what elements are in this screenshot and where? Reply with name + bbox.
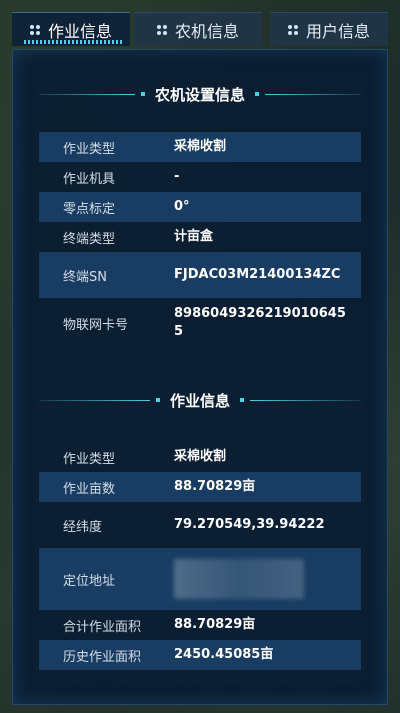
section-title-machine-settings: 农机设置信息 xyxy=(39,84,362,104)
table-row: 历史作业面积 2450.45085亩 xyxy=(39,640,361,670)
row-key: 定位地址 xyxy=(63,573,116,589)
row-key: 物联网卡号 xyxy=(63,317,129,333)
table-row: 终端类型 计亩盒 xyxy=(39,222,361,252)
row-value: 88.70829亩 xyxy=(174,479,256,494)
row-key: 作业亩数 xyxy=(63,481,116,497)
row-value: 89860493262190106455 xyxy=(174,306,346,339)
work-info-table: 作业类型 采棉收割 作业亩数 88.70829亩 经纬度 79.270549,3… xyxy=(39,442,361,670)
row-key: 作业类型 xyxy=(63,141,116,157)
info-panel: 农机设置信息 作业类型 采棉收割 作业机具 - 零点标定 0° 终端类型 计亩盒… xyxy=(12,49,388,705)
section-title-text: 作业信息 xyxy=(170,391,231,410)
row-value: 采棉收割 xyxy=(174,449,227,464)
table-row: 作业类型 采棉收割 xyxy=(39,132,361,162)
tab-work-info[interactable]: 作业信息 xyxy=(12,12,130,46)
table-row: 物联网卡号 89860493262190106455 xyxy=(39,298,361,348)
tab-user-info[interactable]: 用户信息 xyxy=(270,12,388,46)
row-key: 作业类型 xyxy=(63,451,116,467)
row-key: 经纬度 xyxy=(63,519,103,535)
redacted-address xyxy=(174,559,304,599)
row-value: 计亩盒 xyxy=(174,229,214,244)
location-address-value xyxy=(174,559,361,599)
grid-dots-icon xyxy=(156,24,167,35)
row-value: 88.70829亩 xyxy=(174,617,256,632)
grid-dots-icon xyxy=(29,24,40,35)
tab-bar: 作业信息 农机信息 用户信息 xyxy=(12,12,388,50)
row-key: 合计作业面积 xyxy=(63,619,142,635)
row-value: 0° xyxy=(174,199,190,214)
table-row: 作业类型 采棉收割 xyxy=(39,442,361,472)
row-value: FJDAC03M21400134ZC xyxy=(174,267,341,282)
row-value: - xyxy=(174,169,180,184)
tab-label: 农机信息 xyxy=(174,21,239,41)
section-title-work-info: 作业信息 xyxy=(39,390,362,410)
machine-settings-table: 作业类型 采棉收割 作业机具 - 零点标定 0° 终端类型 计亩盒 终端SN F… xyxy=(39,132,361,348)
row-key: 零点标定 xyxy=(63,201,116,217)
table-row: 作业机具 - xyxy=(39,162,361,192)
tab-label: 用户信息 xyxy=(305,21,370,41)
tab-label: 作业信息 xyxy=(47,21,112,41)
row-key: 终端SN xyxy=(63,269,107,285)
row-value: 79.270549,39.94222 xyxy=(174,517,325,532)
row-key: 作业机具 xyxy=(63,171,116,187)
table-row: 经纬度 79.270549,39.94222 xyxy=(39,502,361,548)
section-title-text: 农机设置信息 xyxy=(155,85,246,104)
table-row: 定位地址 xyxy=(39,548,361,610)
row-value: 2450.45085亩 xyxy=(174,647,274,662)
tab-machine-info[interactable]: 农机信息 xyxy=(134,12,262,46)
table-row: 终端SN FJDAC03M21400134ZC xyxy=(39,252,361,298)
row-key: 终端类型 xyxy=(63,231,116,247)
table-row: 合计作业面积 88.70829亩 xyxy=(39,610,361,640)
row-value: 采棉收割 xyxy=(174,139,227,154)
table-row: 作业亩数 88.70829亩 xyxy=(39,472,361,502)
grid-dots-icon xyxy=(287,24,298,35)
row-key: 历史作业面积 xyxy=(63,649,142,665)
table-row: 零点标定 0° xyxy=(39,192,361,222)
